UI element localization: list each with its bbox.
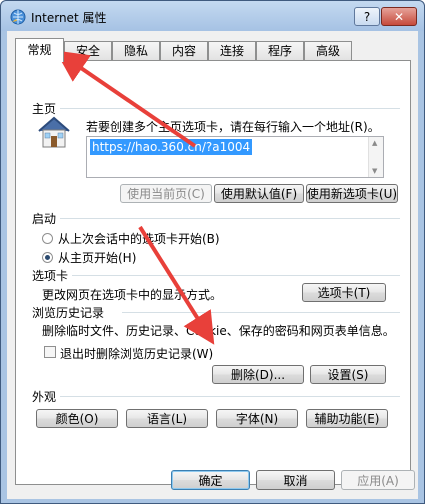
use-current-button[interactable]: 使用当前页(C)	[120, 184, 212, 203]
tab-security[interactable]: 安全	[64, 41, 112, 60]
radio-last-session[interactable]	[42, 233, 53, 244]
accessibility-button[interactable]: 辅助功能(E)	[306, 409, 388, 428]
tab-programs[interactable]: 程序	[256, 41, 304, 60]
homepage-divider	[60, 108, 400, 109]
history-settings-button[interactable]: 设置(S)	[310, 365, 386, 384]
close-button[interactable]: ✕	[381, 7, 417, 26]
tab-connections[interactable]: 连接	[208, 41, 256, 60]
tab-privacy[interactable]: 隐私	[112, 41, 160, 60]
ok-button[interactable]: 确定	[171, 470, 250, 490]
homepage-url-field[interactable]: https://hao.360.cn/?a1004 ▲ ▼	[86, 136, 384, 178]
radio-homepage[interactable]	[42, 252, 53, 263]
radio-homepage-label: 从主页开始(H)	[58, 251, 137, 265]
radio-last-session-label: 从上次会话中的选项卡开始(B)	[58, 232, 220, 246]
cancel-button[interactable]: 取消	[256, 470, 335, 490]
general-panel: 主页 若要创建多个主页选项卡，请在每行输入一个地址(R)。 https://ha…	[15, 60, 411, 485]
homepage-url-text: https://hao.360.cn/?a1004	[90, 139, 253, 155]
languages-button[interactable]: 语言(L)	[126, 409, 208, 428]
apply-button[interactable]: 应用(A)	[341, 470, 415, 490]
use-new-tab-button[interactable]: 使用新选项卡(U)	[306, 184, 398, 203]
homepage-url-scrollbar[interactable]: ▲ ▼	[368, 137, 383, 177]
appearance-label: 外观	[32, 390, 57, 404]
colors-button[interactable]: 颜色(O)	[36, 409, 118, 428]
delete-on-exit-label: 退出时删除浏览历史记录(W)	[60, 347, 214, 361]
scroll-down-icon: ▼	[372, 167, 378, 175]
internet-options-window: Internet 属性 ? ✕ 常规 安全 隐私 内容 连接 程序 高级 主页 …	[0, 0, 425, 504]
history-description: 删除临时文件、历史记录、Cookie、保存的密码和网页表单信息。	[42, 324, 395, 338]
tabs-settings-button[interactable]: 选项卡(T)	[302, 283, 386, 302]
tabs-description: 更改网页在选项卡中的显示方式。	[42, 288, 223, 302]
help-button[interactable]: ?	[354, 7, 380, 26]
house-icon	[38, 116, 70, 148]
tab-content[interactable]: 内容	[160, 41, 208, 60]
title-bar[interactable]: Internet 属性 ? ✕	[1, 1, 424, 31]
dialog-client: 常规 安全 隐私 内容 连接 程序 高级 主页 若要创建多个主页选项卡，请在每行…	[7, 31, 418, 499]
tab-advanced[interactable]: 高级	[304, 41, 352, 60]
use-default-button[interactable]: 使用默认值(F)	[214, 184, 304, 203]
startup-divider	[60, 218, 400, 219]
startup-label: 启动	[32, 212, 57, 226]
tabs-divider	[72, 275, 400, 276]
homepage-description: 若要创建多个主页选项卡，请在每行输入一个地址(R)。	[86, 120, 380, 134]
window-title: Internet 属性	[31, 11, 107, 25]
delete-on-exit-checkbox[interactable]	[44, 346, 56, 358]
internet-options-icon	[10, 9, 26, 25]
tab-general[interactable]: 常规	[15, 38, 64, 62]
delete-history-button[interactable]: 删除(D)...	[212, 365, 304, 384]
history-label: 浏览历史记录	[32, 306, 105, 320]
appearance-divider	[60, 396, 400, 397]
fonts-button[interactable]: 字体(N)	[216, 409, 298, 428]
tabs-section-label: 选项卡	[32, 269, 69, 283]
history-divider	[122, 312, 400, 313]
scroll-up-icon: ▲	[372, 139, 378, 147]
